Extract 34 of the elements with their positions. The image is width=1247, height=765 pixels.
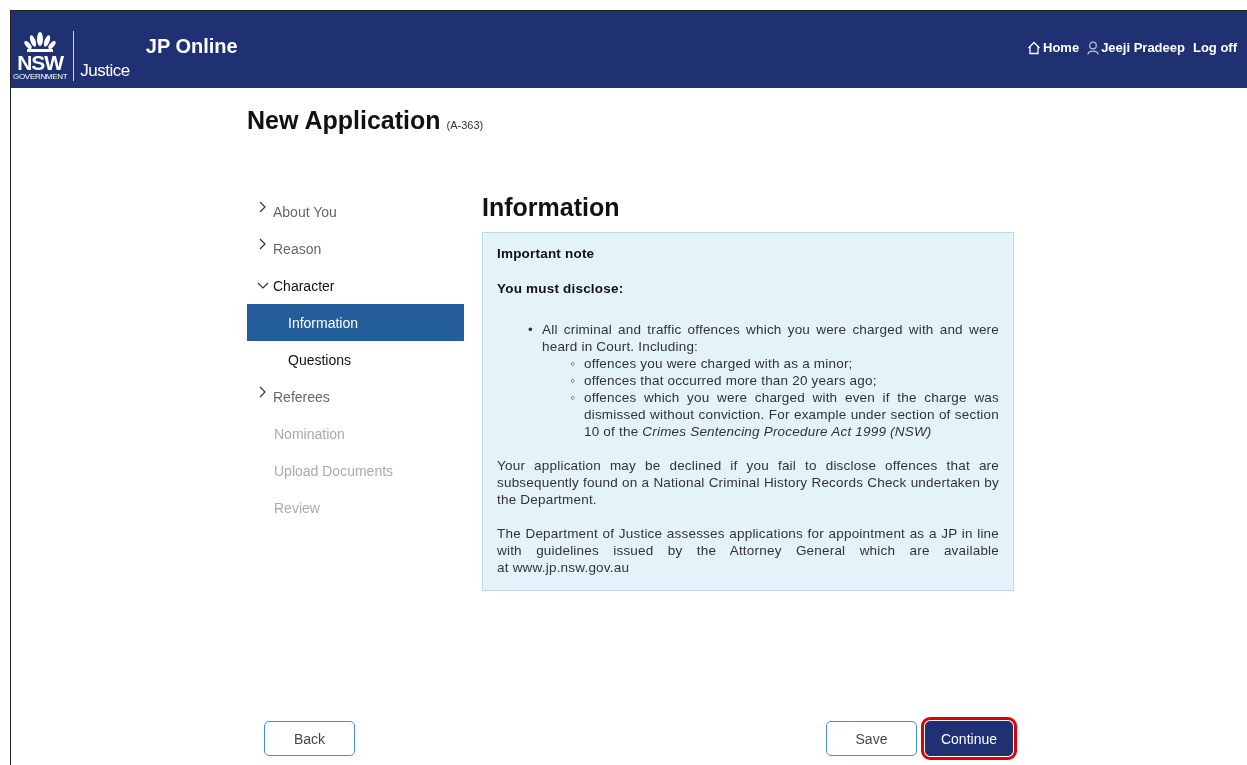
back-button[interactable]: Back	[264, 721, 355, 756]
sidebar-item[interactable]: About You	[247, 193, 464, 230]
sidebar-item[interactable]: Character	[247, 267, 464, 304]
sidebar-item[interactable]: Information	[247, 304, 464, 341]
application-reference: (A-363)	[446, 119, 484, 131]
bullet-marker: ◦	[570, 355, 575, 372]
home-link[interactable]: Home	[1027, 40, 1080, 55]
sidebar-item[interactable]: Questions	[247, 341, 464, 378]
bullet-text: offences that occurred more than 20 years ago;	[584, 373, 877, 388]
sidebar-item[interactable]: Referees	[247, 378, 464, 415]
user-link[interactable]: Jeeji Pradeep	[1087, 40, 1185, 55]
note-paragraph: Your application may be declined if you fail to disclose offences that are subsequently found on a National Criminal History Records Check undertaken by the Department.	[497, 457, 999, 508]
app-title: JP Online	[145, 35, 238, 58]
note-paragraph: The Department of Justice assesses applications for appointment as a JP in line with guidelines issued by the Attorney General which are available at www.jp.nsw.gov.au	[497, 525, 999, 576]
home-icon	[1027, 40, 1041, 55]
brand-subtext: GOVERNMENT	[13, 71, 68, 81]
logoff-link[interactable]: Log off	[1192, 40, 1237, 55]
website-link[interactable]: www.jp.nsw.gov.au	[512, 560, 630, 575]
note-title: Important note	[497, 245, 596, 262]
brand-text: NSW	[17, 52, 64, 72]
bullet-text: All criminal and traffic offences which you were charged with and were heard in Court. Including:	[542, 322, 999, 354]
bullet-text: offences you were charged with as a minor;	[584, 356, 853, 371]
user-icon	[1087, 40, 1100, 55]
bullet-text: offences which you were charged with even if the charge was dismissed without conviction. For example under section of section 10 of the Crimes Sentencing Procedure Act 1999 (NSW)	[584, 390, 999, 439]
waratah-logo-icon	[23, 30, 58, 53]
sidebar-item[interactable]: Reason	[247, 230, 464, 267]
section-heading: Information	[482, 193, 621, 222]
save-button[interactable]: Save	[826, 721, 917, 756]
bullet-marker: ◦	[570, 372, 575, 389]
note-subtitle: You must disclose:	[497, 280, 625, 297]
bullet-marker: ◦	[570, 389, 575, 406]
department-name: Justice	[80, 60, 130, 81]
bullet-marker: •	[528, 321, 533, 338]
page-title-text: New Application	[247, 106, 441, 135]
